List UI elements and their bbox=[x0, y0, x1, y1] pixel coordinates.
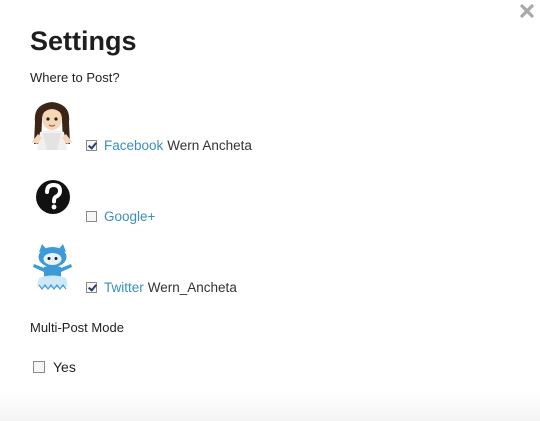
google-plus-checkbox[interactable] bbox=[86, 210, 97, 222]
google-plus-link[interactable]: Google+ bbox=[104, 209, 155, 224]
octocat-avatar-icon bbox=[33, 244, 72, 290]
multi-post-option: Yes bbox=[33, 359, 76, 375]
twitter-avatar bbox=[30, 242, 75, 292]
dialog-bottom-fade bbox=[0, 391, 540, 421]
google-plus-avatar bbox=[30, 177, 75, 227]
close-icon[interactable] bbox=[519, 3, 535, 19]
google-plus-row: Google+ bbox=[86, 208, 159, 224]
girl-avatar-icon bbox=[30, 100, 75, 150]
twitter-row: Twitter Wern_Ancheta bbox=[86, 279, 237, 295]
facebook-checkbox[interactable] bbox=[86, 139, 97, 151]
question-mark-icon bbox=[36, 180, 70, 214]
where-to-post-label: Where to Post? bbox=[30, 70, 120, 85]
facebook-avatar bbox=[30, 100, 75, 150]
facebook-link[interactable]: Facebook bbox=[104, 138, 163, 153]
twitter-checkbox[interactable] bbox=[86, 281, 97, 293]
twitter-link[interactable]: Twitter bbox=[104, 280, 144, 295]
facebook-account-name: Wern Ancheta bbox=[167, 137, 252, 153]
page-title: Settings bbox=[30, 26, 137, 56]
multi-post-yes-checkbox[interactable] bbox=[33, 361, 45, 373]
multi-post-yes-label: Yes bbox=[53, 359, 76, 375]
twitter-account-name: Wern_Ancheta bbox=[147, 279, 237, 295]
facebook-row: Facebook Wern Ancheta bbox=[86, 137, 252, 153]
multi-post-mode-label: Multi-Post Mode bbox=[30, 320, 124, 335]
